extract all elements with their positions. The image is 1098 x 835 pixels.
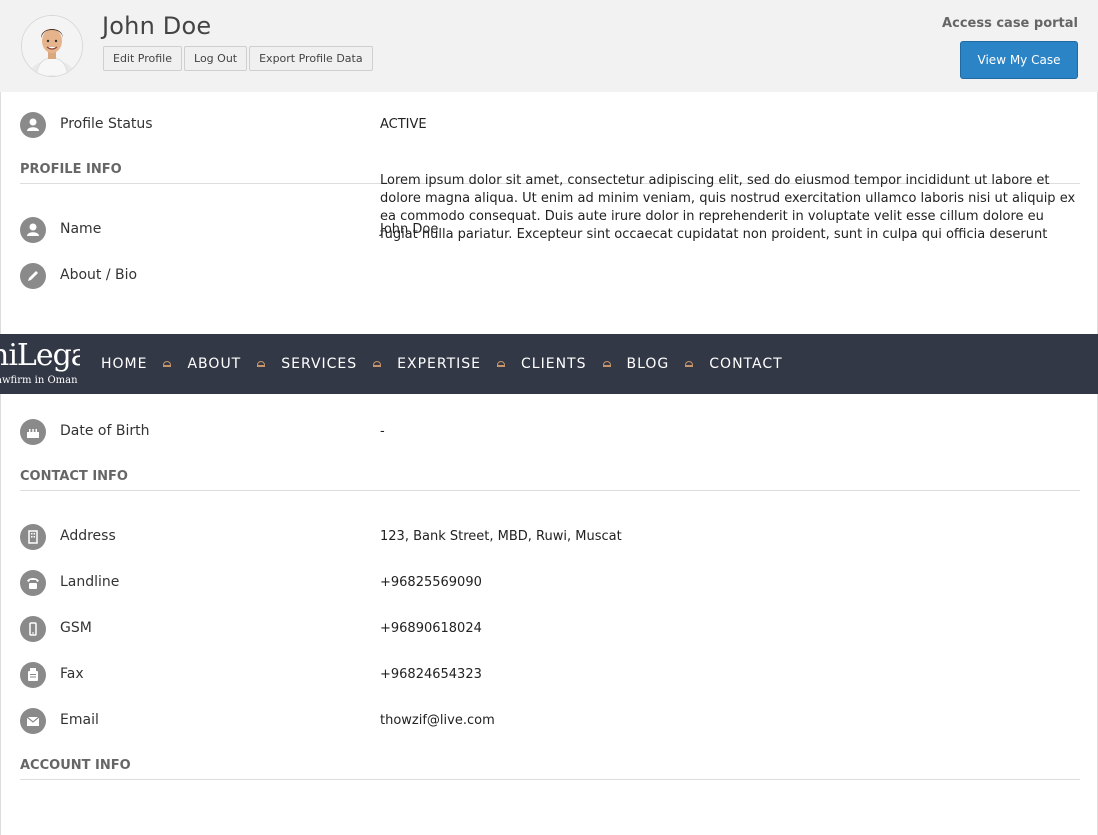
nav-clients[interactable]: CLIENTS [521,356,586,372]
user-icon [20,112,46,138]
building-icon [20,524,46,550]
section-title: PROFILE INFO [20,162,122,177]
nav-separator-icon [602,361,611,367]
view-my-case-button[interactable]: View My Case [960,41,1078,79]
nav-separator-icon [373,361,382,367]
nav-separator-icon [257,361,266,367]
address-label: Address [60,528,116,544]
name-label: Name [60,221,102,237]
avatar [21,15,83,77]
landline-label: Landline [60,574,120,590]
nav-contact[interactable]: CONTACT [709,356,782,372]
access-case-portal-label: Access case portal [942,16,1078,31]
site-logo[interactable]: niLegal awfirm in Oman [0,338,80,390]
profile-status-label: Profile Status [60,116,153,132]
profile-status-value: ACTIVE [380,117,427,132]
nav-home[interactable]: HOME [101,356,147,372]
profile-actions: Edit Profile Log Out Export Profile Data [103,46,373,71]
cake-icon [20,419,46,445]
phone-icon [20,570,46,596]
landline-value: +96825569090 [380,575,482,590]
site-navbar: niLegal awfirm in Oman HOME ABOUT SERVIC… [0,334,1098,394]
dob-label: Date of Birth [60,423,150,439]
fax-value: +96824654323 [380,667,482,682]
dob-value: - [380,424,385,439]
gsm-value: +96890618024 [380,621,482,636]
logo-tagline: awfirm in Oman [0,375,78,386]
avatar-photo [22,16,82,76]
export-profile-data-button[interactable]: Export Profile Data [249,46,373,71]
nav-blog[interactable]: BLOG [627,356,670,372]
section-account-info: ACCOUNT INFO [20,754,1080,780]
section-contact-info: CONTACT INFO [20,465,1080,491]
address-value: 123, Bank Street, MBD, Ruwi, Muscat [380,529,622,544]
logo-text: niLegal [0,338,80,373]
gsm-label: GSM [60,620,92,636]
bio-value: Lorem ipsum dolor sit amet, consectetur … [380,173,1076,242]
log-out-button[interactable]: Log Out [184,46,248,71]
main-nav: HOME ABOUT SERVICES EXPERTISE CLIENTS BL… [101,334,783,394]
envelope-icon [20,708,46,734]
mobile-icon [20,616,46,642]
section-title: CONTACT INFO [20,469,128,484]
profile-header: John Doe Edit Profile Log Out Export Pro… [0,0,1098,92]
fax-icon [20,662,46,688]
fax-label: Fax [60,666,84,682]
nav-expertise[interactable]: EXPERTISE [397,356,481,372]
nav-separator-icon [497,361,506,367]
nav-services[interactable]: SERVICES [281,356,357,372]
nav-about[interactable]: ABOUT [187,356,241,372]
email-value[interactable]: thowzif@live.com [380,712,1080,730]
edit-profile-button[interactable]: Edit Profile [103,46,183,71]
user-icon [20,217,46,243]
nav-separator-icon [685,361,694,367]
email-label: Email [60,712,99,728]
nav-separator-icon [163,361,172,367]
pencil-icon [20,263,46,289]
bio-label: About / Bio [60,267,138,283]
section-title: ACCOUNT INFO [20,758,131,773]
profile-name: John Doe [102,12,212,40]
